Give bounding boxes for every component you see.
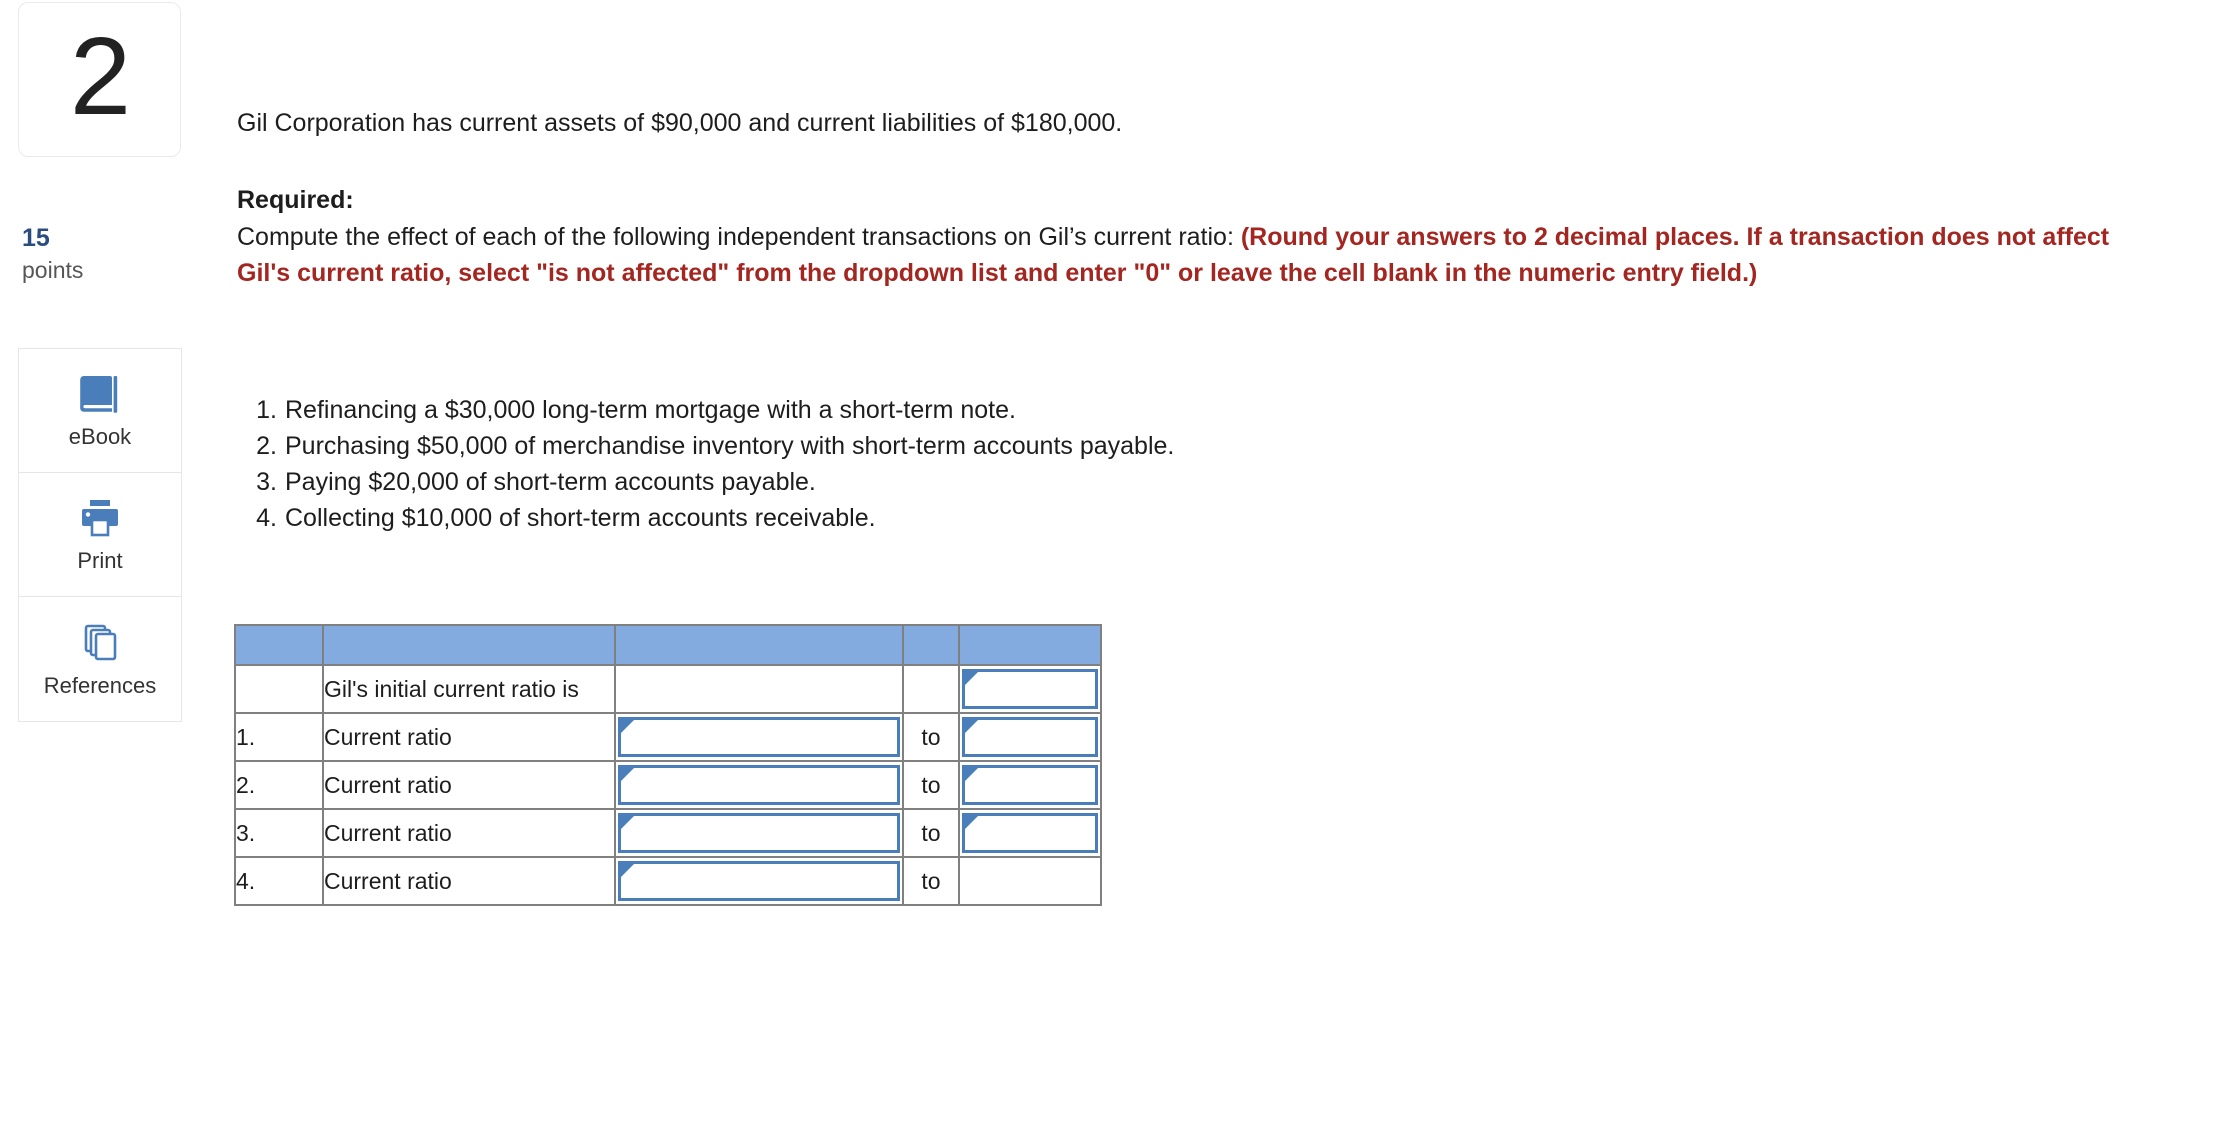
- required-instructions: Compute the effect of each of the follow…: [237, 219, 2167, 291]
- row-entry-cell: [614, 664, 904, 714]
- book-icon: [77, 373, 123, 417]
- row-index: 3.: [234, 808, 324, 858]
- dropdown-marker-icon: [621, 720, 634, 733]
- transaction-list: Refinancing a $30,000 long-term mortgage…: [237, 392, 1174, 536]
- answer-table: Gil's initial current ratio is 1. Curren…: [234, 624, 1102, 906]
- points-block: 15 points: [22, 222, 182, 286]
- row-label: Gil's initial current ratio is: [322, 664, 616, 714]
- row-last-cell: [958, 712, 1102, 762]
- list-item: Paying $20,000 of short-term accounts pa…: [245, 464, 816, 500]
- initial-ratio-dropdown[interactable]: [962, 669, 1098, 709]
- list-item: Collecting $10,000 of short-term account…: [245, 500, 876, 536]
- ebook-button[interactable]: eBook: [19, 349, 181, 473]
- required-heading: Required:: [237, 186, 354, 214]
- row-label: Current ratio: [322, 712, 616, 762]
- table-row: 4. Current ratio to: [234, 856, 1102, 906]
- print-button[interactable]: Print: [19, 473, 181, 597]
- references-label: References: [43, 672, 157, 698]
- row-to-label: [902, 664, 960, 714]
- row-to-label: to: [902, 712, 960, 762]
- pages-stack-icon: [77, 622, 123, 666]
- dropdown-marker-icon: [621, 768, 634, 781]
- dropdown-marker-icon: [965, 720, 978, 733]
- row-to-label: to: [902, 808, 960, 858]
- row-entry-cell: [614, 760, 904, 810]
- question-number-card: 2: [18, 2, 181, 157]
- table-row: 1. Current ratio to: [234, 712, 1102, 762]
- table-row: 2. Current ratio to: [234, 760, 1102, 810]
- list-item: Refinancing a $30,000 long-term mortgage…: [245, 392, 1016, 428]
- dropdown-marker-icon: [965, 816, 978, 829]
- header-cell-to: [902, 624, 960, 666]
- txn2-result-dropdown[interactable]: [962, 765, 1098, 805]
- ebook-label: eBook: [68, 424, 132, 449]
- row-last-cell: [958, 808, 1102, 858]
- header-cell-index: [234, 624, 324, 666]
- dropdown-marker-icon: [965, 672, 978, 685]
- txn3-result-dropdown[interactable]: [962, 813, 1098, 853]
- row-entry-cell: [614, 712, 904, 762]
- row-to-label: to: [902, 760, 960, 810]
- txn3-ratio-dropdown[interactable]: [618, 813, 900, 853]
- txn1-result-dropdown[interactable]: [962, 717, 1098, 757]
- row-index: 4.: [234, 856, 324, 906]
- row-last-cell: [958, 856, 1102, 906]
- table-row: Gil's initial current ratio is: [234, 664, 1102, 714]
- points-label: points: [22, 257, 84, 283]
- row-entry-cell: [614, 808, 904, 858]
- list-item: Purchasing $50,000 of merchandise invent…: [245, 428, 1175, 464]
- points-value: 15: [22, 224, 50, 252]
- header-cell-label: [322, 624, 616, 666]
- row-index: [234, 664, 324, 714]
- txn4-ratio-dropdown[interactable]: [618, 861, 900, 901]
- printer-icon: [77, 497, 123, 541]
- question-sidebar: 2 15 points eBook Print References: [0, 0, 205, 1128]
- txn2-ratio-dropdown[interactable]: [618, 765, 900, 805]
- required-lead-text: Compute the effect of each of the follow…: [237, 223, 1234, 251]
- row-label: Current ratio: [322, 760, 616, 810]
- references-button[interactable]: References: [19, 597, 181, 721]
- row-label: Current ratio: [322, 856, 616, 906]
- header-cell-entry: [614, 624, 904, 666]
- dropdown-marker-icon: [621, 816, 634, 829]
- dropdown-marker-icon: [965, 768, 978, 781]
- row-entry-cell: [614, 856, 904, 906]
- txn1-ratio-dropdown[interactable]: [618, 717, 900, 757]
- question-stem: Gil Corporation has current assets of $9…: [237, 109, 1123, 137]
- row-to-label: to: [902, 856, 960, 906]
- table-row: 3. Current ratio to: [234, 808, 1102, 858]
- row-index: 1.: [234, 712, 324, 762]
- tool-button-stack: eBook Print References: [18, 348, 182, 722]
- dropdown-marker-icon: [621, 864, 634, 877]
- table-header-row: [234, 624, 1102, 666]
- question-body: Gil Corporation has current assets of $9…: [234, 0, 2220, 1128]
- print-label: Print: [77, 548, 123, 573]
- header-cell-last: [958, 624, 1102, 666]
- row-last-cell: [958, 760, 1102, 810]
- question-number: 2: [69, 14, 131, 138]
- row-last-cell: [958, 664, 1102, 714]
- row-index: 2.: [234, 760, 324, 810]
- row-label: Current ratio: [322, 808, 616, 858]
